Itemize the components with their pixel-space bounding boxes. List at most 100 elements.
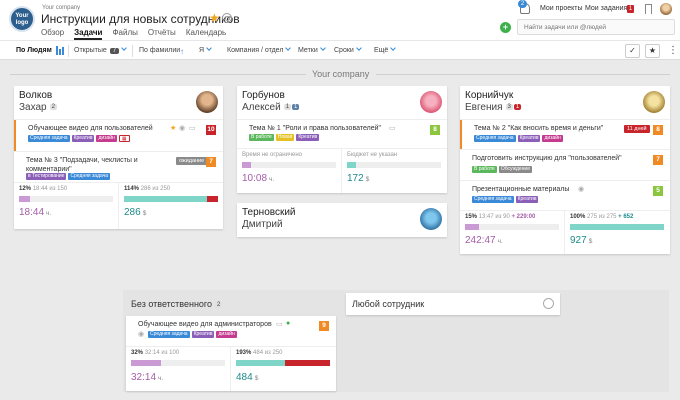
tag[interactable]: Новая	[275, 134, 295, 141]
divider	[118, 183, 119, 229]
star-icon[interactable]: ★	[170, 124, 176, 132]
tag[interactable]: Креатив	[71, 135, 95, 142]
time-value-text: 10:08	[242, 173, 268, 184]
company-logo[interactable]: Your logo	[9, 6, 35, 32]
person-avatar[interactable]	[196, 91, 218, 113]
task-count-badge: 3	[505, 104, 513, 111]
time-detail: 13:47 из 90	[478, 214, 510, 220]
budget-progress-fill	[570, 224, 664, 230]
owner-filter[interactable]: Я	[199, 45, 212, 54]
task-title[interactable]: Обучающее видео для администраторов	[138, 320, 272, 329]
person-card-ternovsky[interactable]: Терновский Дмитрий	[237, 203, 447, 237]
time-label: Время не ограничено	[242, 152, 303, 158]
time-progress-fill	[131, 360, 162, 366]
time-value: 18:44 ч.	[19, 207, 51, 218]
task-title[interactable]: Тема № 1 "Роли и права пользователей"	[249, 124, 381, 133]
bookmark-icon[interactable]	[645, 4, 652, 14]
board-view-icon[interactable]	[56, 46, 65, 55]
task-count-badge: 2	[215, 301, 223, 308]
my-tasks-link[interactable]: Мои задания	[585, 5, 627, 12]
add-task-button[interactable]: +	[500, 22, 511, 33]
budget-unit: $	[254, 375, 259, 382]
tag[interactable]: дизайн	[216, 331, 237, 338]
task-item[interactable]: Тема № 2 "Как вносить время и деньги" 11…	[460, 120, 670, 149]
more-filter[interactable]: Ещё	[374, 45, 397, 54]
deadlines-filter[interactable]: Сроки	[334, 45, 362, 54]
favorites-star-icon[interactable]: ★	[645, 44, 660, 58]
company-name[interactable]: Your company	[42, 5, 80, 11]
search-input[interactable]	[517, 19, 675, 35]
person-card-header[interactable]: Волков Захар 2	[14, 86, 223, 119]
tags-filter[interactable]: Метки	[298, 45, 326, 54]
group-by-people-filter[interactable]: По Людям	[16, 47, 52, 54]
chevron-down-icon	[390, 45, 397, 51]
user-avatar[interactable]	[660, 3, 672, 15]
task-item[interactable]: Обучающее видео для администраторов ▭ ● …	[126, 316, 336, 346]
tab-files[interactable]: Файлы	[112, 28, 137, 40]
time-progress-fill	[242, 162, 252, 168]
person-card-header[interactable]: Корнийчук Евгения 3 1	[460, 86, 670, 119]
task-title[interactable]: Подготовить инструкцию для "пользователе…	[472, 154, 622, 163]
person-avatar[interactable]	[420, 208, 442, 230]
person-last-name-text: Захар	[19, 102, 47, 113]
task-item[interactable]: Обучающее видео для пользователей ★ ◉ ▭ …	[14, 120, 223, 151]
tag[interactable]: В работе	[472, 166, 497, 173]
more-menu-icon[interactable]: ⋮	[668, 44, 678, 58]
task-item[interactable]: Презентационные материалы ◉ 5 Средняя за…	[460, 181, 670, 210]
task-tags: в Тестирование Средняя задача	[26, 173, 111, 180]
company-filter[interactable]: Компания / отдел	[227, 45, 292, 54]
time-unit: ч.	[158, 375, 164, 382]
status-filter[interactable]: Открытые 7	[74, 45, 127, 54]
time-detail: 32:14 из 100	[144, 350, 180, 356]
tag[interactable]: Средняя задача	[28, 135, 70, 142]
task-item[interactable]: Тема № 1 "Роли и права пользователей" ▭ …	[237, 120, 447, 148]
tag[interactable]: Креатив	[296, 134, 320, 141]
tag[interactable]: Обсуждение	[498, 166, 532, 173]
tab-overview[interactable]: Обзор	[41, 28, 64, 40]
budget-pct: 114%	[124, 186, 140, 192]
sort-filter[interactable]: По фамилии	[139, 47, 180, 54]
task-title[interactable]: Обучающее видео для пользователей	[28, 124, 153, 133]
time-unit: ч.	[269, 176, 275, 183]
sort-arrow-icon[interactable]: ↑	[180, 47, 184, 56]
tab-reports[interactable]: Отчёты	[148, 28, 176, 40]
task-title[interactable]: Тема № 2 "Как вносить время и деньги"	[474, 124, 603, 133]
person-last-name: Евгения 3 1	[465, 102, 522, 113]
tag[interactable]: в Тестирование	[26, 173, 67, 180]
budget-pct: 100%	[570, 214, 586, 220]
chevron-down-icon	[319, 45, 326, 51]
person-avatar[interactable]	[420, 91, 442, 113]
tag[interactable]: Средняя задача	[148, 331, 190, 338]
show-completed-checkmark-icon[interactable]: ✓	[625, 44, 640, 58]
anyone-card[interactable]: Любой сотрудник	[346, 293, 560, 315]
task-item[interactable]: Тема № 3 "Подзадачи, чеклисты и коммента…	[14, 152, 223, 182]
tag[interactable]: В работе	[249, 134, 274, 141]
budget-unit: $	[365, 176, 370, 183]
task-item[interactable]: Подготовить инструкцию для "пользователе…	[460, 150, 670, 180]
tag[interactable]: дизайн	[96, 135, 117, 142]
my-projects-link[interactable]: Мои проекты	[540, 5, 583, 12]
tag[interactable]: Креатив	[191, 331, 215, 338]
comment-icon: ●	[286, 320, 291, 327]
tag[interactable]: Креатив	[515, 196, 539, 203]
tab-tasks[interactable]: Задачи	[74, 28, 103, 40]
tag[interactable]: Креатив	[517, 135, 541, 142]
task-title[interactable]: Презентационные материалы	[472, 185, 569, 194]
budget-overrun-fill	[206, 196, 218, 202]
settings-gear-icon[interactable]	[222, 13, 232, 23]
person-card-header[interactable]: Горбунов Алексей 1 1	[237, 86, 447, 119]
tag[interactable]: Средняя задача	[68, 173, 111, 180]
favorite-star-icon[interactable]: ★	[209, 11, 220, 25]
edit-pencil-icon[interactable]	[321, 300, 330, 309]
task-title[interactable]: Тема № 3 "Подзадачи, чеклисты и коммента…	[26, 156, 176, 174]
tag[interactable]: дизайн	[542, 135, 563, 142]
unassigned-stats: 32% 32:14 из 100 32:14 ч. 193% 484 из 250…	[126, 347, 336, 391]
budget-value: 172 $	[347, 173, 369, 184]
tag[interactable]: Средняя задача	[474, 135, 516, 142]
budget-overrun-fill	[284, 360, 330, 366]
tag[interactable]: Средняя задача	[472, 196, 514, 203]
task-count-badge: 2	[49, 104, 57, 111]
person-avatar[interactable]	[643, 91, 665, 113]
tab-calendar[interactable]: Календарь	[186, 28, 226, 40]
budget-value: 286 $	[124, 207, 146, 218]
